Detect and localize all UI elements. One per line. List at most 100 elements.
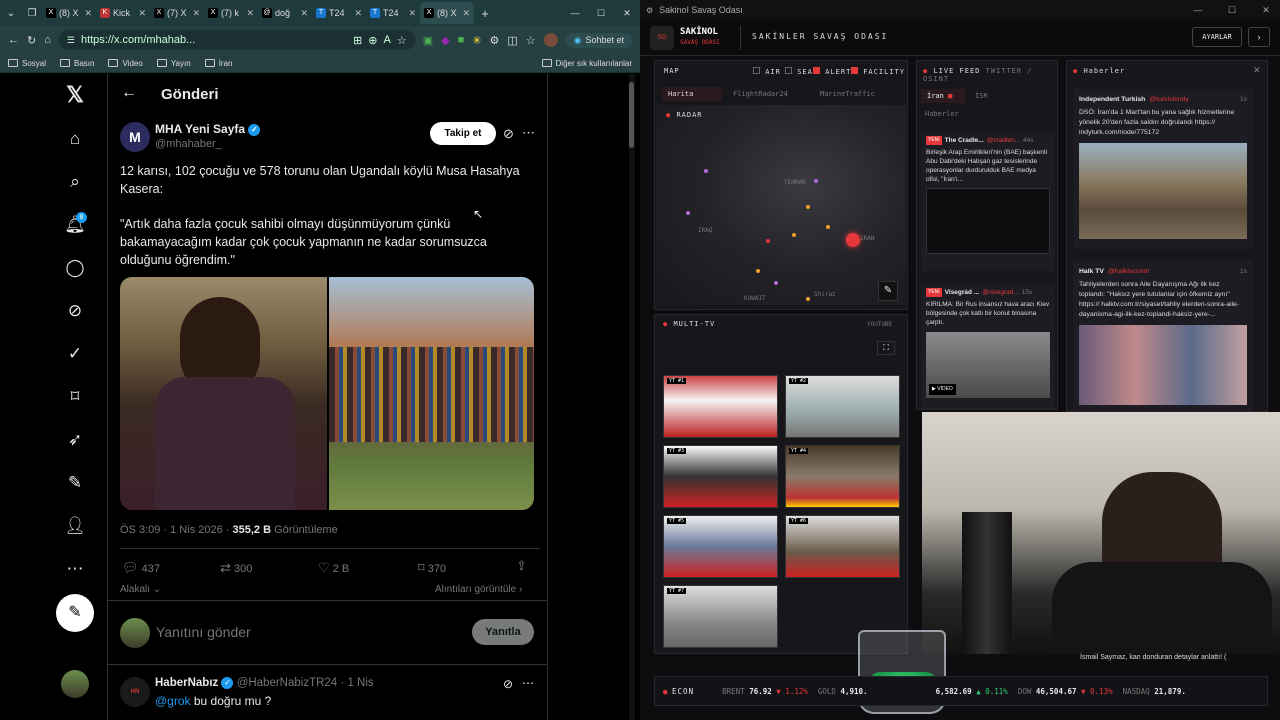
more-icon[interactable]: ⋯ — [64, 558, 86, 580]
back-arrow-icon[interactable]: ← — [121, 84, 137, 102]
map-marker[interactable] — [826, 225, 830, 229]
home-icon[interactable]: ⌂ — [64, 128, 86, 150]
tv-stream[interactable]: YT #5 — [663, 515, 778, 578]
close-tab-icon[interactable]: ✕ — [192, 8, 200, 19]
more-options-icon[interactable]: ⋯ — [522, 125, 535, 141]
bookmark-folder[interactable]: Basın — [60, 59, 94, 68]
close-window-icon[interactable]: ✕ — [1252, 5, 1280, 16]
news-image[interactable] — [1079, 325, 1247, 405]
tv-stream[interactable]: YT #6 — [785, 515, 900, 578]
reply-author-handle[interactable]: @HaberNabizTR24 — [237, 677, 338, 689]
read-aloud-icon[interactable]: A — [383, 34, 390, 46]
follow-button[interactable]: Takip et — [430, 122, 496, 145]
post-image-portrait[interactable] — [120, 277, 327, 510]
feed-tab-isr[interactable]: İSR — [975, 92, 988, 100]
feed-tab-iran[interactable]: İran ■ — [921, 89, 965, 103]
news-image[interactable] — [1079, 143, 1247, 239]
grok-explain-icon[interactable]: ⊘ — [503, 677, 513, 691]
close-tab-icon[interactable]: ✕ — [300, 8, 308, 19]
share-icon[interactable]: ⇪ — [516, 558, 527, 574]
reply-button[interactable]: Yanıtla — [472, 619, 534, 645]
feed-item[interactable]: YENİ Visegrád ... @visegrad... 15s KIRILMA:… — [921, 283, 1055, 409]
back-icon[interactable]: ← — [8, 34, 19, 46]
author-avatar[interactable]: M — [120, 122, 150, 152]
browser-tab-active[interactable]: X (8) X ✕ — [420, 2, 474, 24]
extensions-icon[interactable]: ⚙ — [489, 34, 499, 47]
zoom-icon[interactable]: ⊕ — [368, 34, 377, 47]
post-image-family[interactable] — [329, 277, 534, 510]
profile-icon[interactable]: 👤︎ — [64, 515, 86, 537]
articles-icon[interactable]: ✎ — [64, 472, 86, 494]
close-window-icon[interactable]: ✕ — [614, 8, 640, 19]
author-name[interactable]: MHA Yeni Sayfa — [155, 122, 245, 136]
filter-alert[interactable]: ALERT — [813, 67, 851, 76]
map-tab-flightradar[interactable]: FlightRadar24 — [733, 90, 788, 98]
maximize-icon[interactable]: ☐ — [1218, 5, 1246, 16]
other-bookmarks-folder[interactable]: Diğer sık kullanılanlar — [541, 59, 632, 68]
bookmark-action[interactable]: ⌑ 370 — [418, 560, 446, 576]
view-quotes-link[interactable]: Alıntıları görüntüle › — [435, 584, 522, 595]
map-marker[interactable] — [814, 179, 818, 183]
map-marker[interactable] — [704, 169, 708, 173]
filter-air[interactable]: AIR — [753, 67, 781, 76]
premium-icon[interactable]: ✓ — [64, 343, 86, 365]
map-marker[interactable] — [774, 281, 778, 285]
close-panel-icon[interactable]: ✕ — [1253, 65, 1261, 76]
bookmark-folder[interactable]: Yayın — [156, 59, 191, 68]
tv-stream[interactable]: YT #1 — [663, 375, 778, 438]
tab-list-chevron-icon[interactable]: ⌄ — [0, 8, 22, 19]
minimize-icon[interactable]: — — [1184, 5, 1212, 15]
page-scrollbar[interactable] — [629, 74, 635, 720]
close-tab-icon[interactable]: ✕ — [408, 8, 416, 19]
close-tab-icon[interactable]: ✕ — [354, 8, 362, 19]
filter-facility[interactable]: FACILITY — [851, 67, 905, 76]
reply-author-name[interactable]: HaberNabız — [155, 677, 218, 689]
site-info-icon[interactable]: ☰ — [67, 35, 75, 46]
compose-post-button[interactable]: ✎ — [56, 594, 94, 632]
grok-icon[interactable]: ⊘ — [64, 300, 86, 322]
app-icon[interactable]: ⊞ — [353, 34, 362, 47]
close-tab-icon[interactable]: ✕ — [246, 8, 254, 19]
profile-avatar[interactable] — [543, 33, 558, 47]
new-tab-icon[interactable]: + — [474, 6, 496, 21]
map-tab-harita[interactable]: Harita — [662, 87, 722, 101]
map-marker[interactable] — [756, 269, 760, 273]
feed-item[interactable]: YENİ The Cradle... @cradlen... 44s Birleşik… — [921, 131, 1055, 271]
messages-icon[interactable]: ◯ — [64, 257, 86, 279]
alert-marker[interactable] — [846, 233, 860, 247]
browser-tab[interactable]: X (8) X ✕ — [42, 2, 96, 24]
feed-tab-haberler[interactable]: Haberler — [925, 110, 959, 118]
split-screen-icon[interactable]: ◫ — [507, 34, 517, 47]
fullscreen-icon[interactable]: ⛶ — [877, 341, 895, 355]
reply-author-avatar[interactable]: HN — [120, 677, 150, 707]
relevant-sort[interactable]: Alakalı ⌄ — [120, 584, 161, 595]
bookmark-folder[interactable]: İran — [204, 59, 232, 68]
bookmark-folder[interactable]: Video — [108, 59, 143, 68]
close-tab-icon[interactable]: ✕ — [138, 8, 146, 19]
close-tab-icon[interactable]: ✕ — [462, 8, 470, 19]
tv-stream[interactable]: YT #3 — [663, 445, 778, 508]
browser-tab[interactable]: T T24 ✕ — [312, 2, 366, 24]
news-item[interactable]: Halk TV @halktvcomtr 1s Tahliyelerden sonr… — [1073, 261, 1253, 411]
like-action[interactable]: ♡ 2 B — [318, 560, 349, 576]
copilot-button[interactable]: ◉ Sohbet et — [565, 32, 632, 48]
expand-icon[interactable]: › — [1248, 27, 1270, 47]
explore-search-icon[interactable]: ⌕ — [64, 171, 86, 193]
account-avatar[interactable] — [61, 670, 89, 698]
minimize-icon[interactable]: — — [562, 8, 588, 18]
refresh-icon[interactable]: ↻ — [27, 34, 36, 47]
browser-tab[interactable]: X (7) k ✕ — [204, 2, 258, 24]
tv-stream[interactable]: YT #7 — [663, 585, 778, 648]
repost-action[interactable]: ⇄ 300 — [220, 560, 252, 576]
reply-time[interactable]: · 1 Nis — [340, 677, 373, 689]
reply-input[interactable] — [156, 622, 416, 642]
favorite-star-icon[interactable]: ☆ — [397, 34, 407, 47]
x-logo-icon[interactable]: 𝕏 — [64, 82, 86, 107]
author-handle[interactable]: @mhahaber_ — [155, 138, 222, 150]
favorites-icon[interactable]: ☆ — [526, 34, 536, 47]
scrollbar-thumb[interactable] — [629, 82, 634, 148]
radar-map[interactable]: ● RADAR TEHRAN IRAQ IRAN KUWAIT Shiraz ✎ — [656, 105, 906, 305]
url-field[interactable]: ☰ https://x.com/mhahab... ⊞ ⊕ A ☆ — [58, 30, 415, 50]
workspaces-icon[interactable]: ❐ — [22, 8, 42, 19]
browser-tab[interactable]: X (7) X ✕ — [150, 2, 204, 24]
